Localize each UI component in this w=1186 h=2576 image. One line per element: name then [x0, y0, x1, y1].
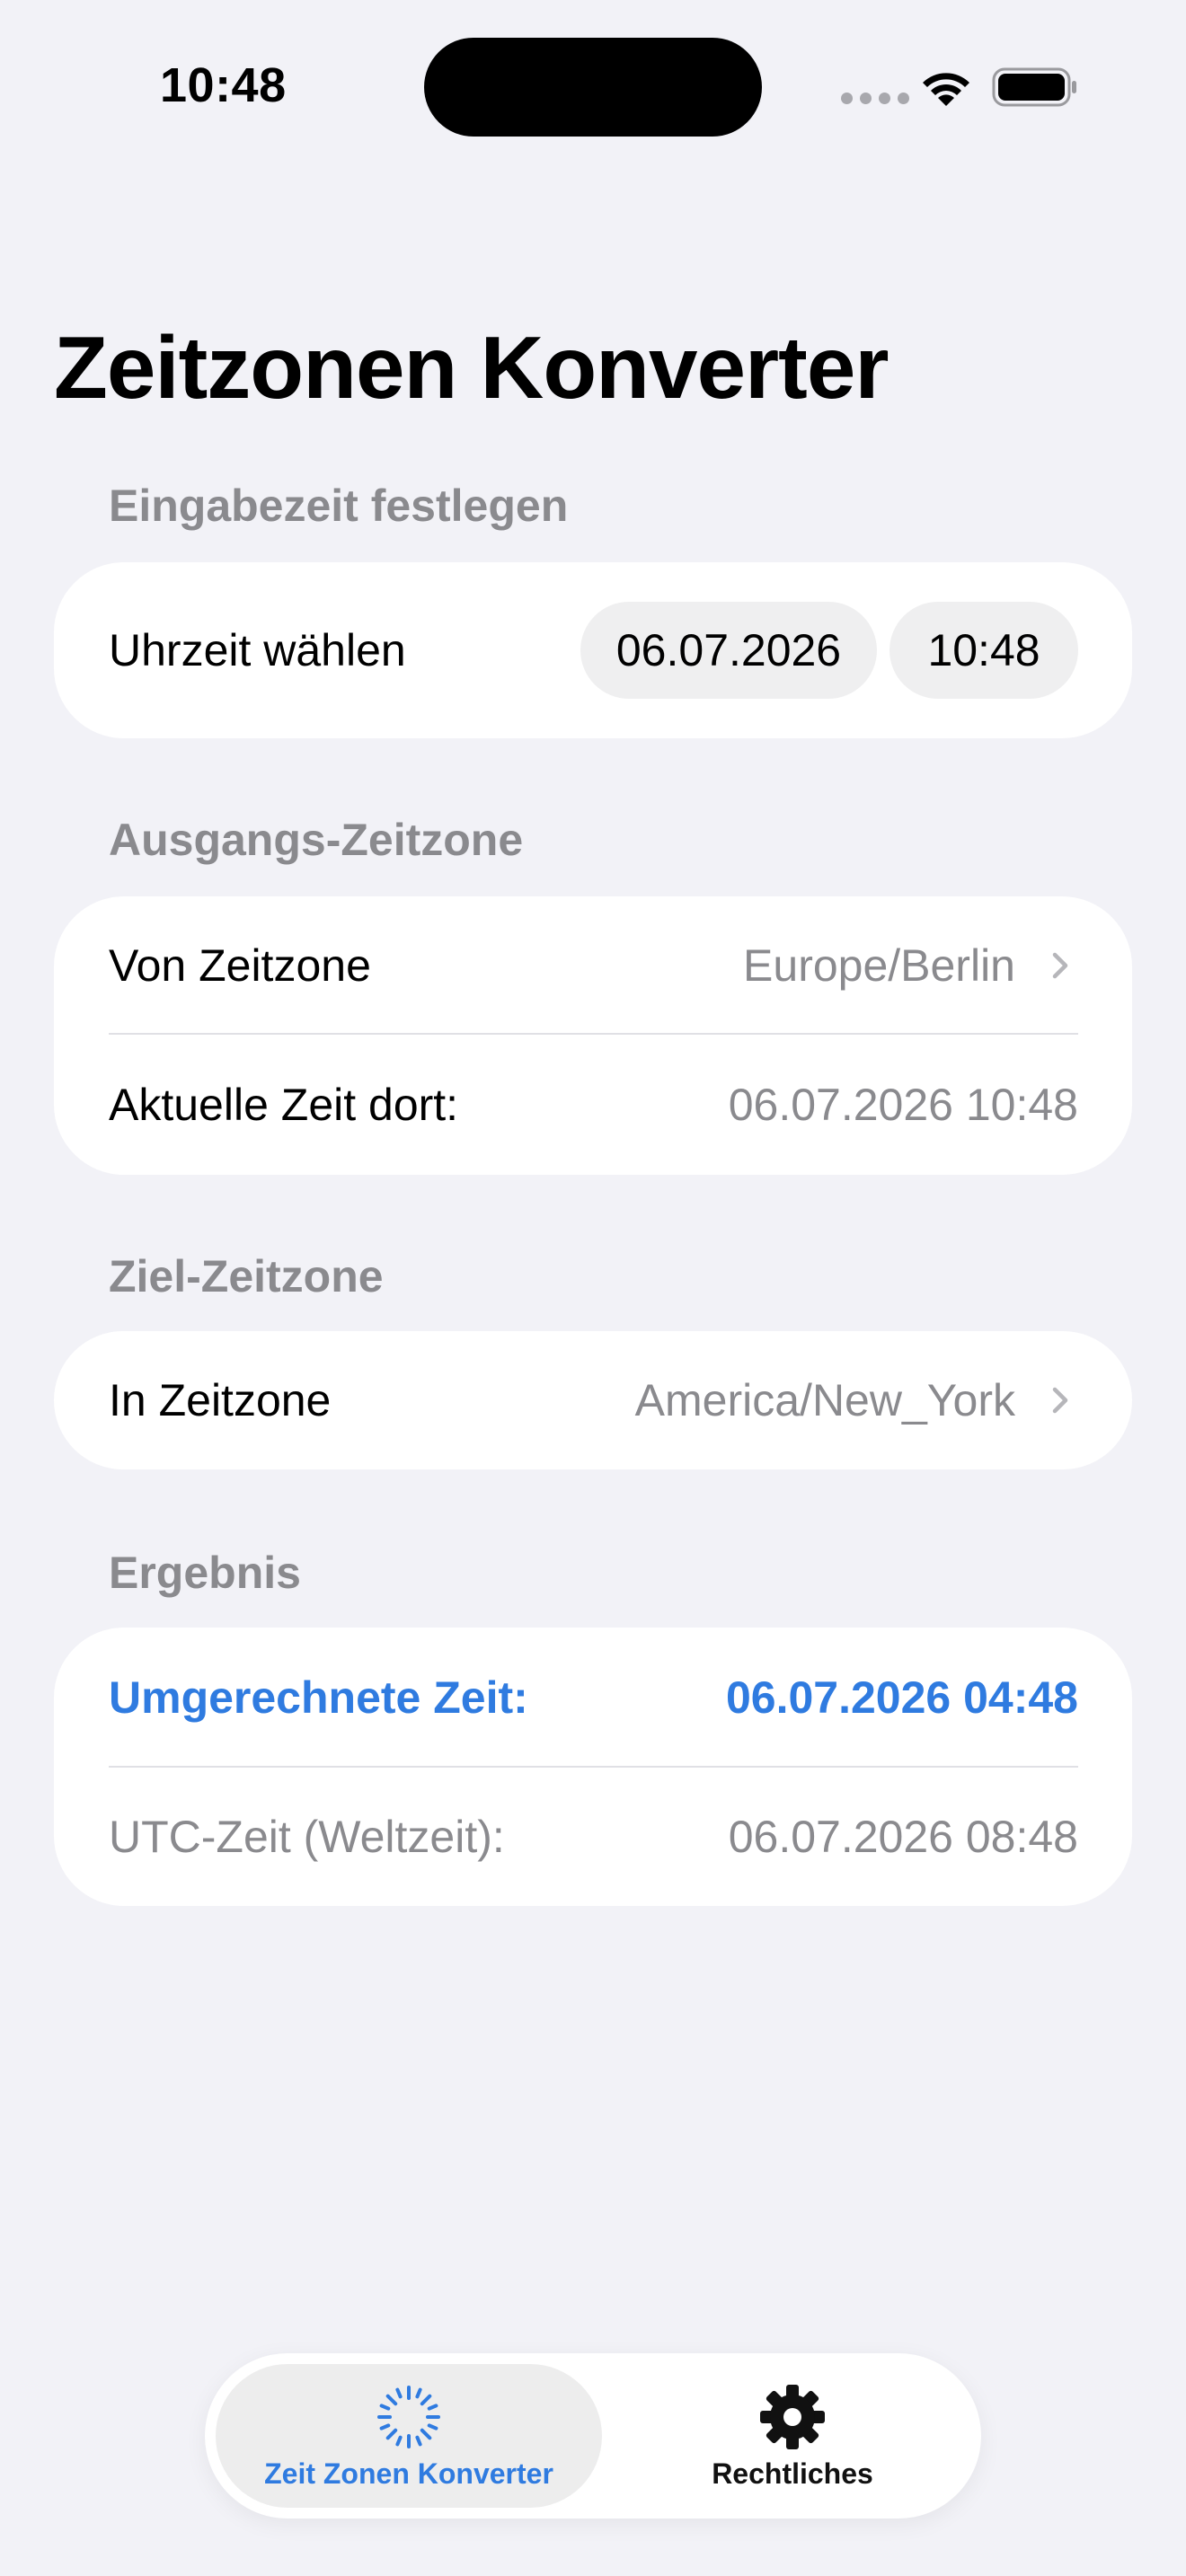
- converted-time-row: Umgerechnete Zeit: 06.07.2026 04:48: [109, 1628, 1078, 1767]
- dashed-circle-icon: [377, 2385, 440, 2448]
- date-picker-button[interactable]: 06.07.2026: [580, 602, 877, 699]
- utc-time-row: UTC-Zeit (Weltzeit): 06.07.2026 08:48: [109, 1768, 1078, 1906]
- time-picker-label: Uhrzeit wählen: [109, 625, 406, 675]
- converted-time-label: Umgerechnete Zeit:: [109, 1672, 528, 1723]
- time-picker-row: Uhrzeit wählen 06.07.2026 10:48: [109, 562, 1078, 738]
- source-current-time-row: Aktuelle Zeit dort: 06.07.2026 10:48: [109, 1035, 1078, 1175]
- tab-legal[interactable]: Rechtliches: [609, 2364, 976, 2508]
- target-zone-row[interactable]: In Zeitzone America/New_York: [109, 1331, 1078, 1469]
- input-time-card: Uhrzeit wählen 06.07.2026 10:48: [54, 562, 1132, 738]
- target-zone-value: America/New_York: [634, 1375, 1015, 1425]
- source-current-time-label: Aktuelle Zeit dort:: [109, 1080, 459, 1130]
- source-zone-row[interactable]: Von Zeitzone Europe/Berlin: [109, 896, 1078, 1034]
- status-bar: 10:48: [0, 0, 1186, 180]
- utc-time-value: 06.07.2026 08:48: [728, 1812, 1078, 1862]
- utc-time-label: UTC-Zeit (Weltzeit):: [109, 1812, 505, 1862]
- source-zone-value-group: Europe/Berlin: [743, 940, 1078, 992]
- source-zone-label: Von Zeitzone: [109, 940, 371, 991]
- result-card: Umgerechnete Zeit: 06.07.2026 04:48 UTC-…: [54, 1628, 1132, 1906]
- time-picker-button[interactable]: 10:48: [890, 602, 1078, 699]
- chevron-right-icon: [1052, 952, 1068, 978]
- status-time: 10:48: [160, 58, 287, 112]
- converted-time-value: 06.07.2026 04:48: [725, 1672, 1078, 1723]
- tab-converter-label: Zeit Zonen Konverter: [264, 2457, 553, 2490]
- page-title: Zeitzonen Konverter: [54, 318, 889, 417]
- wifi-icon: [923, 73, 969, 106]
- tab-converter[interactable]: Zeit Zonen Konverter: [216, 2364, 602, 2508]
- chevron-right-icon: [1052, 1387, 1068, 1414]
- target-zone-card: In Zeitzone America/New_York: [54, 1331, 1132, 1469]
- date-time-pickers: 06.07.2026 10:48: [580, 602, 1078, 699]
- battery-icon: [992, 67, 1076, 107]
- gear-icon: [760, 2384, 825, 2449]
- section-header-result: Ergebnis: [109, 1548, 301, 1598]
- dynamic-island: [424, 38, 762, 137]
- tab-legal-label: Rechtliches: [712, 2457, 873, 2490]
- section-header-target: Ziel-Zeitzone: [109, 1251, 384, 1301]
- source-current-time-value: 06.07.2026 10:48: [728, 1080, 1078, 1130]
- target-zone-value-group: America/New_York: [635, 1374, 1078, 1426]
- cellular-signal-icon: [841, 93, 909, 104]
- source-zone-value: Europe/Berlin: [743, 940, 1015, 991]
- section-header-source: Ausgangs-Zeitzone: [109, 815, 524, 865]
- source-zone-card: Von Zeitzone Europe/Berlin Aktuelle Zeit…: [54, 896, 1132, 1175]
- tab-bar: Zeit Zonen Konverter Rechtliches: [205, 2353, 981, 2519]
- section-header-input: Eingabezeit festlegen: [109, 481, 569, 531]
- target-zone-label: In Zeitzone: [109, 1375, 332, 1425]
